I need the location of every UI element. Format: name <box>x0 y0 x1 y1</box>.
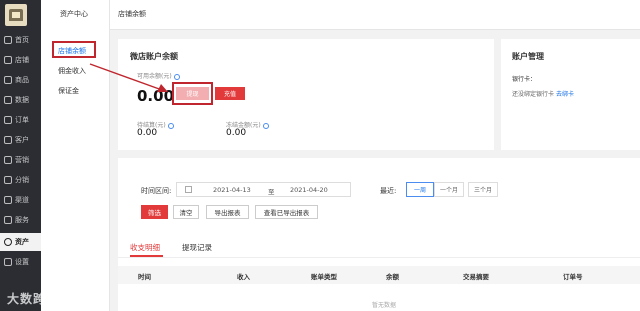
nav-label: 首页 <box>15 36 29 44</box>
help-icon[interactable] <box>173 73 180 80</box>
column-header: 时间 <box>138 273 151 281</box>
top-bar: 店铺余额 <box>110 0 640 30</box>
subnav-item-commission[interactable]: 佣金收入 <box>58 66 86 76</box>
nav-label: 服务 <box>15 216 29 224</box>
clear-button[interactable]: 清空 <box>173 205 199 219</box>
order-icon <box>4 116 12 124</box>
nav-item-asset[interactable]: 资产 <box>0 233 41 251</box>
nav-label: 订单 <box>15 116 29 124</box>
subnav-item-deposit[interactable]: 保证金 <box>58 86 79 96</box>
watermark: 大数跨境 <box>7 292 60 306</box>
tab-withdraw-records[interactable]: 提现记录 <box>182 242 212 253</box>
help-icon[interactable] <box>167 122 174 129</box>
export-report-button[interactable]: 导出报表 <box>206 205 249 219</box>
filter-button[interactable]: 筛选 <box>141 205 168 219</box>
account-card: 账户管理 银行卡： 还没绑定银行卡 去绑卡 <box>501 39 640 150</box>
service-icon <box>4 216 12 224</box>
bank-label: 银行卡： <box>512 76 537 83</box>
recent-month-button[interactable]: 一个月 <box>434 182 464 197</box>
nav-label: 资产 <box>15 238 29 246</box>
date-from: 2021-04-13 <box>213 186 251 194</box>
nav-label: 数据 <box>15 96 29 104</box>
nav-label: 渠道 <box>15 196 29 204</box>
channel-icon <box>4 196 12 204</box>
bank-status-text: 还没绑定银行卡 <box>512 91 555 98</box>
data-icon <box>4 96 12 104</box>
bind-card-link[interactable]: 去绑卡 <box>556 91 574 98</box>
goods-icon <box>4 76 12 84</box>
subnav-title: 资产中心 <box>60 10 88 18</box>
column-header: 交易摘要 <box>463 273 489 281</box>
tab-income-expense[interactable]: 收支明细 <box>130 242 160 253</box>
calendar-icon <box>185 186 192 193</box>
help-icon[interactable] <box>262 122 269 129</box>
nav-item-distribution[interactable]: 分销 <box>0 171 41 189</box>
nav-item-home[interactable]: 首页 <box>0 31 41 49</box>
subnav-item-store-balance[interactable]: 店铺余额 <box>58 46 86 56</box>
view-exported-button[interactable]: 查看已导出报表 <box>255 205 318 219</box>
store-logo[interactable] <box>5 4 27 26</box>
nav-item-service[interactable]: 服务 <box>0 211 41 229</box>
column-header: 订单号 <box>563 273 583 281</box>
column-header: 账单类型 <box>311 273 337 281</box>
active-tab-indicator <box>130 255 163 257</box>
nav-item-channel[interactable]: 渠道 <box>0 191 41 209</box>
nav-item-store[interactable]: 店铺 <box>0 51 41 69</box>
range-label: 时间区间: <box>141 187 172 195</box>
nav-label: 营销 <box>15 156 29 164</box>
sub-nav: 资产中心 店铺余额 佣金收入 保证金 <box>41 0 110 311</box>
recent-three-months-button[interactable]: 三个月 <box>468 182 498 197</box>
settings-icon <box>4 258 12 266</box>
nav-label: 客户 <box>15 136 29 144</box>
marketing-icon <box>4 156 12 164</box>
customer-icon <box>4 136 12 144</box>
date-range-picker[interactable]: 2021-04-13 至 2021-04-20 <box>176 182 351 197</box>
nav-item-settings[interactable]: 设置 <box>0 253 41 271</box>
pending-value: 0.00 <box>137 128 158 138</box>
nav-item-order[interactable]: 订单 <box>0 111 41 129</box>
nav-item-goods[interactable]: 商品 <box>0 71 41 89</box>
date-separator: 至 <box>268 188 275 196</box>
date-to: 2021-04-20 <box>290 186 328 194</box>
column-header: 余额 <box>386 273 399 281</box>
distribution-icon <box>4 176 12 184</box>
nav-item-marketing[interactable]: 营销 <box>0 151 41 169</box>
nav-item-customer[interactable]: 客户 <box>0 131 41 149</box>
home-icon <box>4 36 12 44</box>
balance-title: 微店账户余额 <box>130 52 178 61</box>
nav-label: 店铺 <box>15 56 29 64</box>
main-nav: 首页 店铺 商品 数据 订单 客户 营销 分销 渠道 服务 资产 设置 <box>0 0 41 311</box>
account-title: 账户管理 <box>512 52 544 61</box>
tab-divider <box>118 257 640 258</box>
balance-card: 微店账户余额 可用余额(元) 0.00 提现 充值 待结算(元) 0.00 冻结… <box>118 39 494 150</box>
bank-status: 还没绑定银行卡 去绑卡 <box>512 89 574 98</box>
column-header: 收入 <box>237 273 250 281</box>
frozen-value: 0.00 <box>226 128 247 138</box>
store-icon <box>4 56 12 64</box>
transactions-card: 时间区间: 2021-04-13 至 2021-04-20 最近: 一周 一个月… <box>118 158 640 311</box>
annotation-arrow <box>89 63 168 92</box>
page-title: 店铺余额 <box>118 10 146 18</box>
withdraw-button[interactable]: 提现 <box>176 87 209 100</box>
nav-label: 分销 <box>15 176 29 184</box>
nav-label: 设置 <box>15 258 29 266</box>
asset-icon <box>4 238 12 246</box>
table-header: 时间 收入 账单类型 余额 交易摘要 订单号 <box>118 266 640 284</box>
nav-label: 商品 <box>15 76 29 84</box>
recharge-button[interactable]: 充值 <box>215 87 245 100</box>
recent-label: 最近: <box>380 187 397 195</box>
nav-item-data[interactable]: 数据 <box>0 91 41 109</box>
recent-week-button[interactable]: 一周 <box>406 182 434 197</box>
empty-state: 暂无数据 <box>372 302 397 309</box>
